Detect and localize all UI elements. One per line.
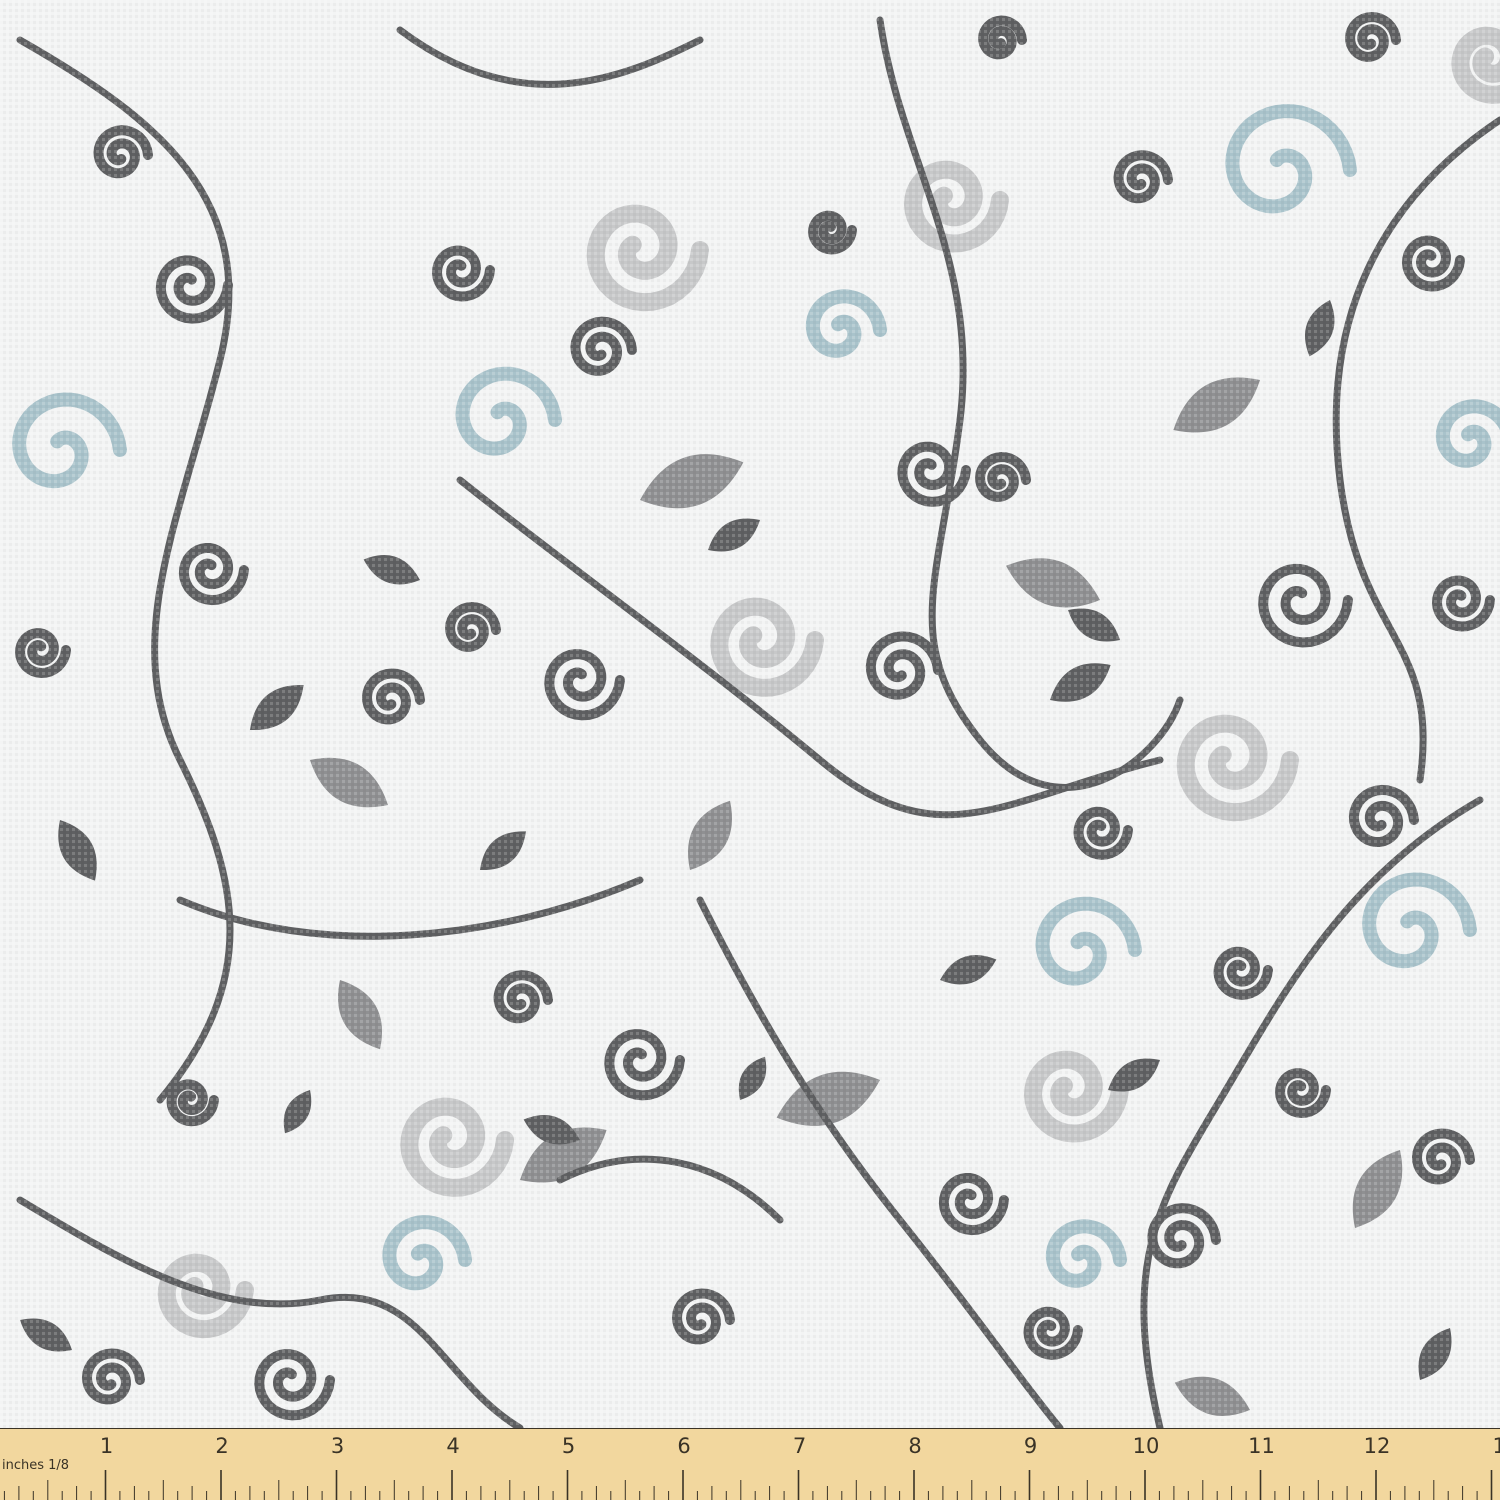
ruler-number: 3	[331, 1434, 344, 1458]
fabric-swatch: 12345678910111213 inches 1/8	[0, 0, 1500, 1500]
ruler-number: 8	[908, 1434, 921, 1458]
ruler-number: 6	[677, 1434, 690, 1458]
ruler-number: 7	[793, 1434, 806, 1458]
floral-swirl-pattern	[0, 0, 1500, 1432]
weave-texture	[0, 0, 1500, 1428]
ruler-number: 11	[1248, 1434, 1275, 1458]
ruler-number: 12	[1364, 1434, 1391, 1458]
ruler-number: 1	[100, 1434, 113, 1458]
ruler-number: 5	[562, 1434, 575, 1458]
ruler-unit-label: inches 1/8	[2, 1458, 69, 1473]
measuring-ruler: 12345678910111213 inches 1/8	[0, 1428, 1500, 1500]
ruler-number: 13	[1493, 1434, 1500, 1458]
ruler-number: 10	[1133, 1434, 1160, 1458]
ruler-number: 4	[446, 1434, 459, 1458]
ruler-number: 9	[1024, 1434, 1037, 1458]
ruler-number: 2	[215, 1434, 228, 1458]
